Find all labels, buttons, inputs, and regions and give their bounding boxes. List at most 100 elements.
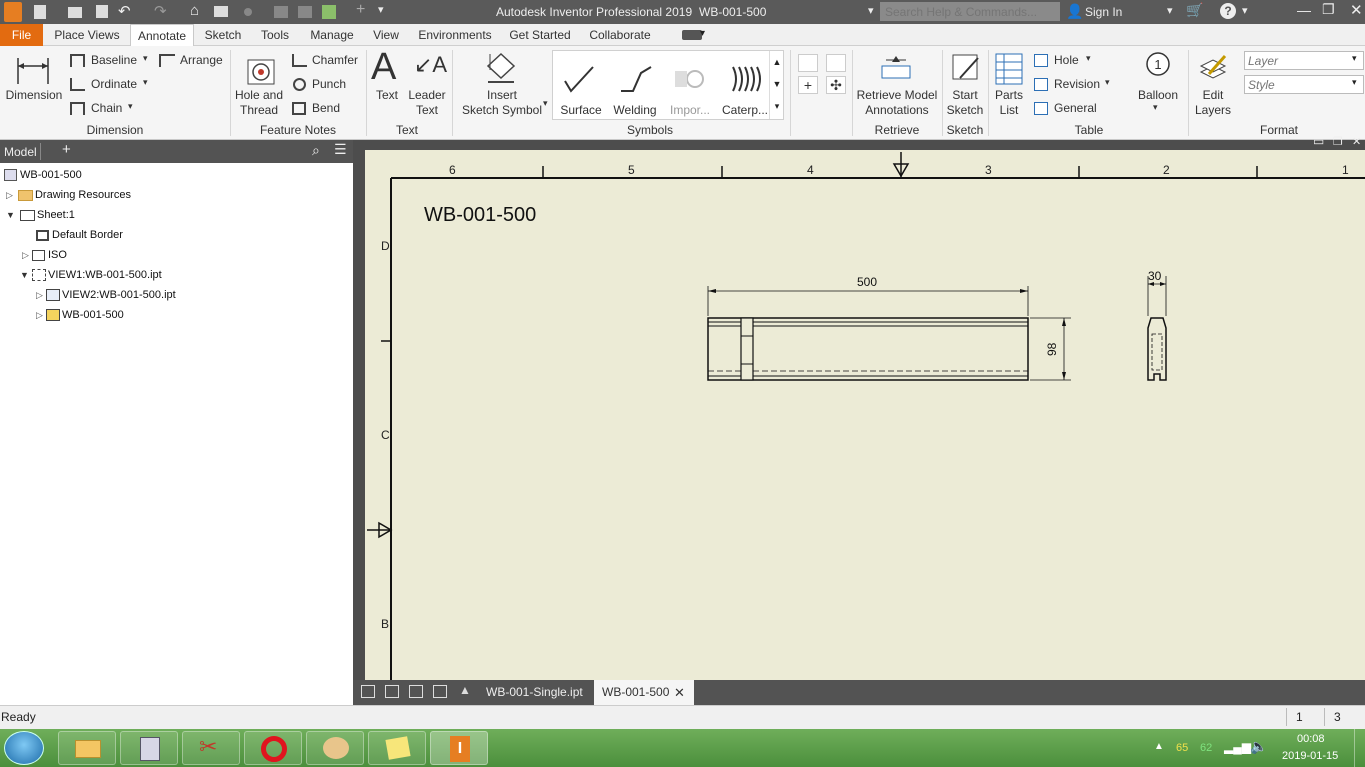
parameters-icon[interactable] [298, 6, 312, 18]
hole-table-button[interactable]: Hole [1054, 53, 1079, 67]
taskbar-snipping[interactable]: ✂ [182, 731, 240, 765]
welding-button[interactable]: Welding [609, 103, 661, 118]
show-desktop-button[interactable] [1354, 729, 1365, 767]
tree-item-part[interactable]: ▷ WB-001-500 [36, 309, 124, 322]
taskbar-opera[interactable] [244, 731, 302, 765]
expand-icon[interactable]: ▷ [36, 310, 43, 320]
canvas-close-icon[interactable]: ✕ [1352, 135, 1361, 148]
print-icon[interactable] [214, 6, 228, 17]
customize-dropdown-icon[interactable]: ▾ [378, 3, 384, 16]
tab-sketch[interactable]: Sketch [200, 24, 246, 46]
start-sketch-button[interactable]: Start Sketch [944, 88, 986, 118]
tree-item-default-border[interactable]: Default Border [36, 229, 123, 241]
general-table-button[interactable]: General [1054, 101, 1097, 115]
revision-table-button[interactable]: Revision [1054, 77, 1100, 91]
edit-layers-button[interactable]: Edit Layers [1193, 88, 1233, 118]
expand-icon[interactable]: ▷ [6, 190, 13, 200]
doc-tab-single[interactable]: WB-001-Single.ipt [477, 680, 591, 705]
doc-tab-active[interactable]: WB-001-500 ✕ [594, 680, 694, 705]
balloon-dropdown-icon[interactable]: ▾ [1153, 102, 1158, 113]
text-button[interactable]: Text [370, 88, 404, 103]
save-icon[interactable] [96, 5, 108, 18]
window-dropdown-icon[interactable]: ▾ [868, 4, 874, 17]
tree-item-view1[interactable]: ▼ VIEW1:WB-001-500.ipt [20, 269, 162, 282]
taskbar-explorer[interactable] [58, 731, 116, 765]
redo-icon[interactable]: ↷ [154, 2, 167, 20]
taskbar-calculator[interactable] [120, 731, 178, 765]
tree-item-root[interactable]: WB-001-500 [4, 169, 82, 182]
help-dropdown-icon[interactable]: ▾ [1242, 4, 1248, 17]
style-dropdown-icon[interactable]: ▾ [1352, 77, 1357, 88]
collapse-icon[interactable]: ▼ [6, 210, 15, 220]
center-mark-icon[interactable]: + [798, 76, 818, 94]
leader-text-button[interactable]: Leader Text [406, 88, 448, 118]
tab-tools[interactable]: Tools [254, 24, 296, 46]
taskbar-notes[interactable] [368, 731, 426, 765]
centered-pattern-icon[interactable]: ✣ [826, 76, 846, 94]
tab-environments[interactable]: Environments [412, 24, 498, 46]
bend-button[interactable]: Bend [312, 101, 340, 115]
volume-icon[interactable]: 🔈 [1250, 738, 1267, 755]
front-view[interactable] [707, 286, 1071, 381]
tab-file[interactable]: File [0, 24, 43, 46]
expand-icon[interactable]: ▷ [22, 250, 29, 260]
tab-collaborate[interactable]: Collaborate [582, 24, 658, 46]
tile-vertical-icon[interactable] [433, 685, 447, 698]
chain-dropdown-icon[interactable]: ▾ [128, 101, 133, 112]
tab-view[interactable]: View [368, 24, 404, 46]
network-icon[interactable]: ▂▄▆ [1224, 740, 1251, 754]
clock-time[interactable]: 00:08 [1297, 733, 1325, 745]
search-icon[interactable]: ⌕ [312, 142, 320, 159]
drawing-title[interactable]: WB-001-500 [424, 204, 536, 227]
cascade-icon[interactable] [361, 685, 375, 698]
dimension-button[interactable]: Dimension [4, 88, 64, 103]
canvas-restore-icon[interactable]: ❐ [1333, 135, 1343, 148]
splitter[interactable] [353, 140, 365, 680]
baseline-dropdown-icon[interactable]: ▾ [143, 53, 148, 64]
insert-sketch-symbol-button[interactable]: Insert Sketch Symbol [460, 88, 544, 118]
arrange-button[interactable]: Arrange [180, 53, 223, 67]
tree-item-iso[interactable]: ▷ ISO [22, 249, 67, 261]
tree-item-view2[interactable]: ▷ VIEW2:WB-001-500.ipt [36, 289, 176, 302]
style-select[interactable] [1244, 75, 1364, 94]
parallel-icon[interactable] [826, 54, 846, 72]
layer-dropdown-icon[interactable]: ▾ [1352, 53, 1357, 64]
canvas-minimize-icon[interactable]: ▭ [1313, 134, 1324, 148]
hole-table-dropdown-icon[interactable]: ▾ [1086, 53, 1091, 64]
import-symbol-button[interactable]: Impor... [663, 103, 717, 118]
tab-annotate[interactable]: Annotate [130, 24, 194, 46]
dimension-width[interactable]: 30 [1148, 269, 1161, 283]
undo-icon[interactable]: ↶ [118, 2, 131, 20]
plus-icon[interactable]: + [356, 1, 365, 19]
home-icon[interactable]: ⌂ [190, 2, 199, 19]
retrieve-model-annotations-button[interactable]: Retrieve Model Annotations [854, 88, 940, 118]
expand-icon[interactable]: ▷ [36, 290, 43, 300]
tree-item-drawing-resources[interactable]: ▷ Drawing Resources [6, 189, 131, 201]
chain-button[interactable]: Chain [91, 101, 122, 115]
tree-item-sheet[interactable]: ▼ Sheet:1 [6, 209, 75, 221]
ribbon-display-toggle-icon[interactable] [682, 30, 702, 40]
tile-icon[interactable] [385, 685, 399, 698]
dimension-height[interactable]: 98 [1045, 343, 1059, 356]
collapse-icon[interactable]: ▼ [20, 270, 29, 280]
measure-icon[interactable] [274, 6, 288, 18]
inventor-logo[interactable] [4, 2, 22, 22]
baseline-button[interactable]: Baseline [91, 53, 137, 67]
tab-get-started[interactable]: Get Started [506, 24, 574, 46]
caterpillar-button[interactable]: Caterp... [717, 103, 773, 118]
cart-icon[interactable]: 🛒 [1186, 2, 1203, 19]
drawing-canvas[interactable]: 6 5 4 3 2 1 D C B WB-001-500 500 98 30 [365, 150, 1365, 680]
taskbar-inventor[interactable]: I [430, 731, 488, 765]
close-icon[interactable]: ✕ [1350, 1, 1363, 19]
punch-button[interactable]: Punch [312, 77, 346, 91]
appearance-icon[interactable] [244, 8, 252, 16]
new-icon[interactable] [34, 5, 46, 19]
add-browser-icon[interactable]: + [62, 141, 71, 158]
close-tab-icon[interactable]: ✕ [674, 680, 685, 705]
document-list-icon[interactable]: ▲ [459, 683, 471, 697]
surface-button[interactable]: Surface [557, 103, 605, 118]
side-view[interactable] [1147, 276, 1167, 381]
insert-sketch-symbol-dropdown-icon[interactable]: ▾ [543, 98, 548, 109]
browser-tab-model[interactable]: Model [4, 145, 37, 159]
tab-manage[interactable]: Manage [304, 24, 360, 46]
